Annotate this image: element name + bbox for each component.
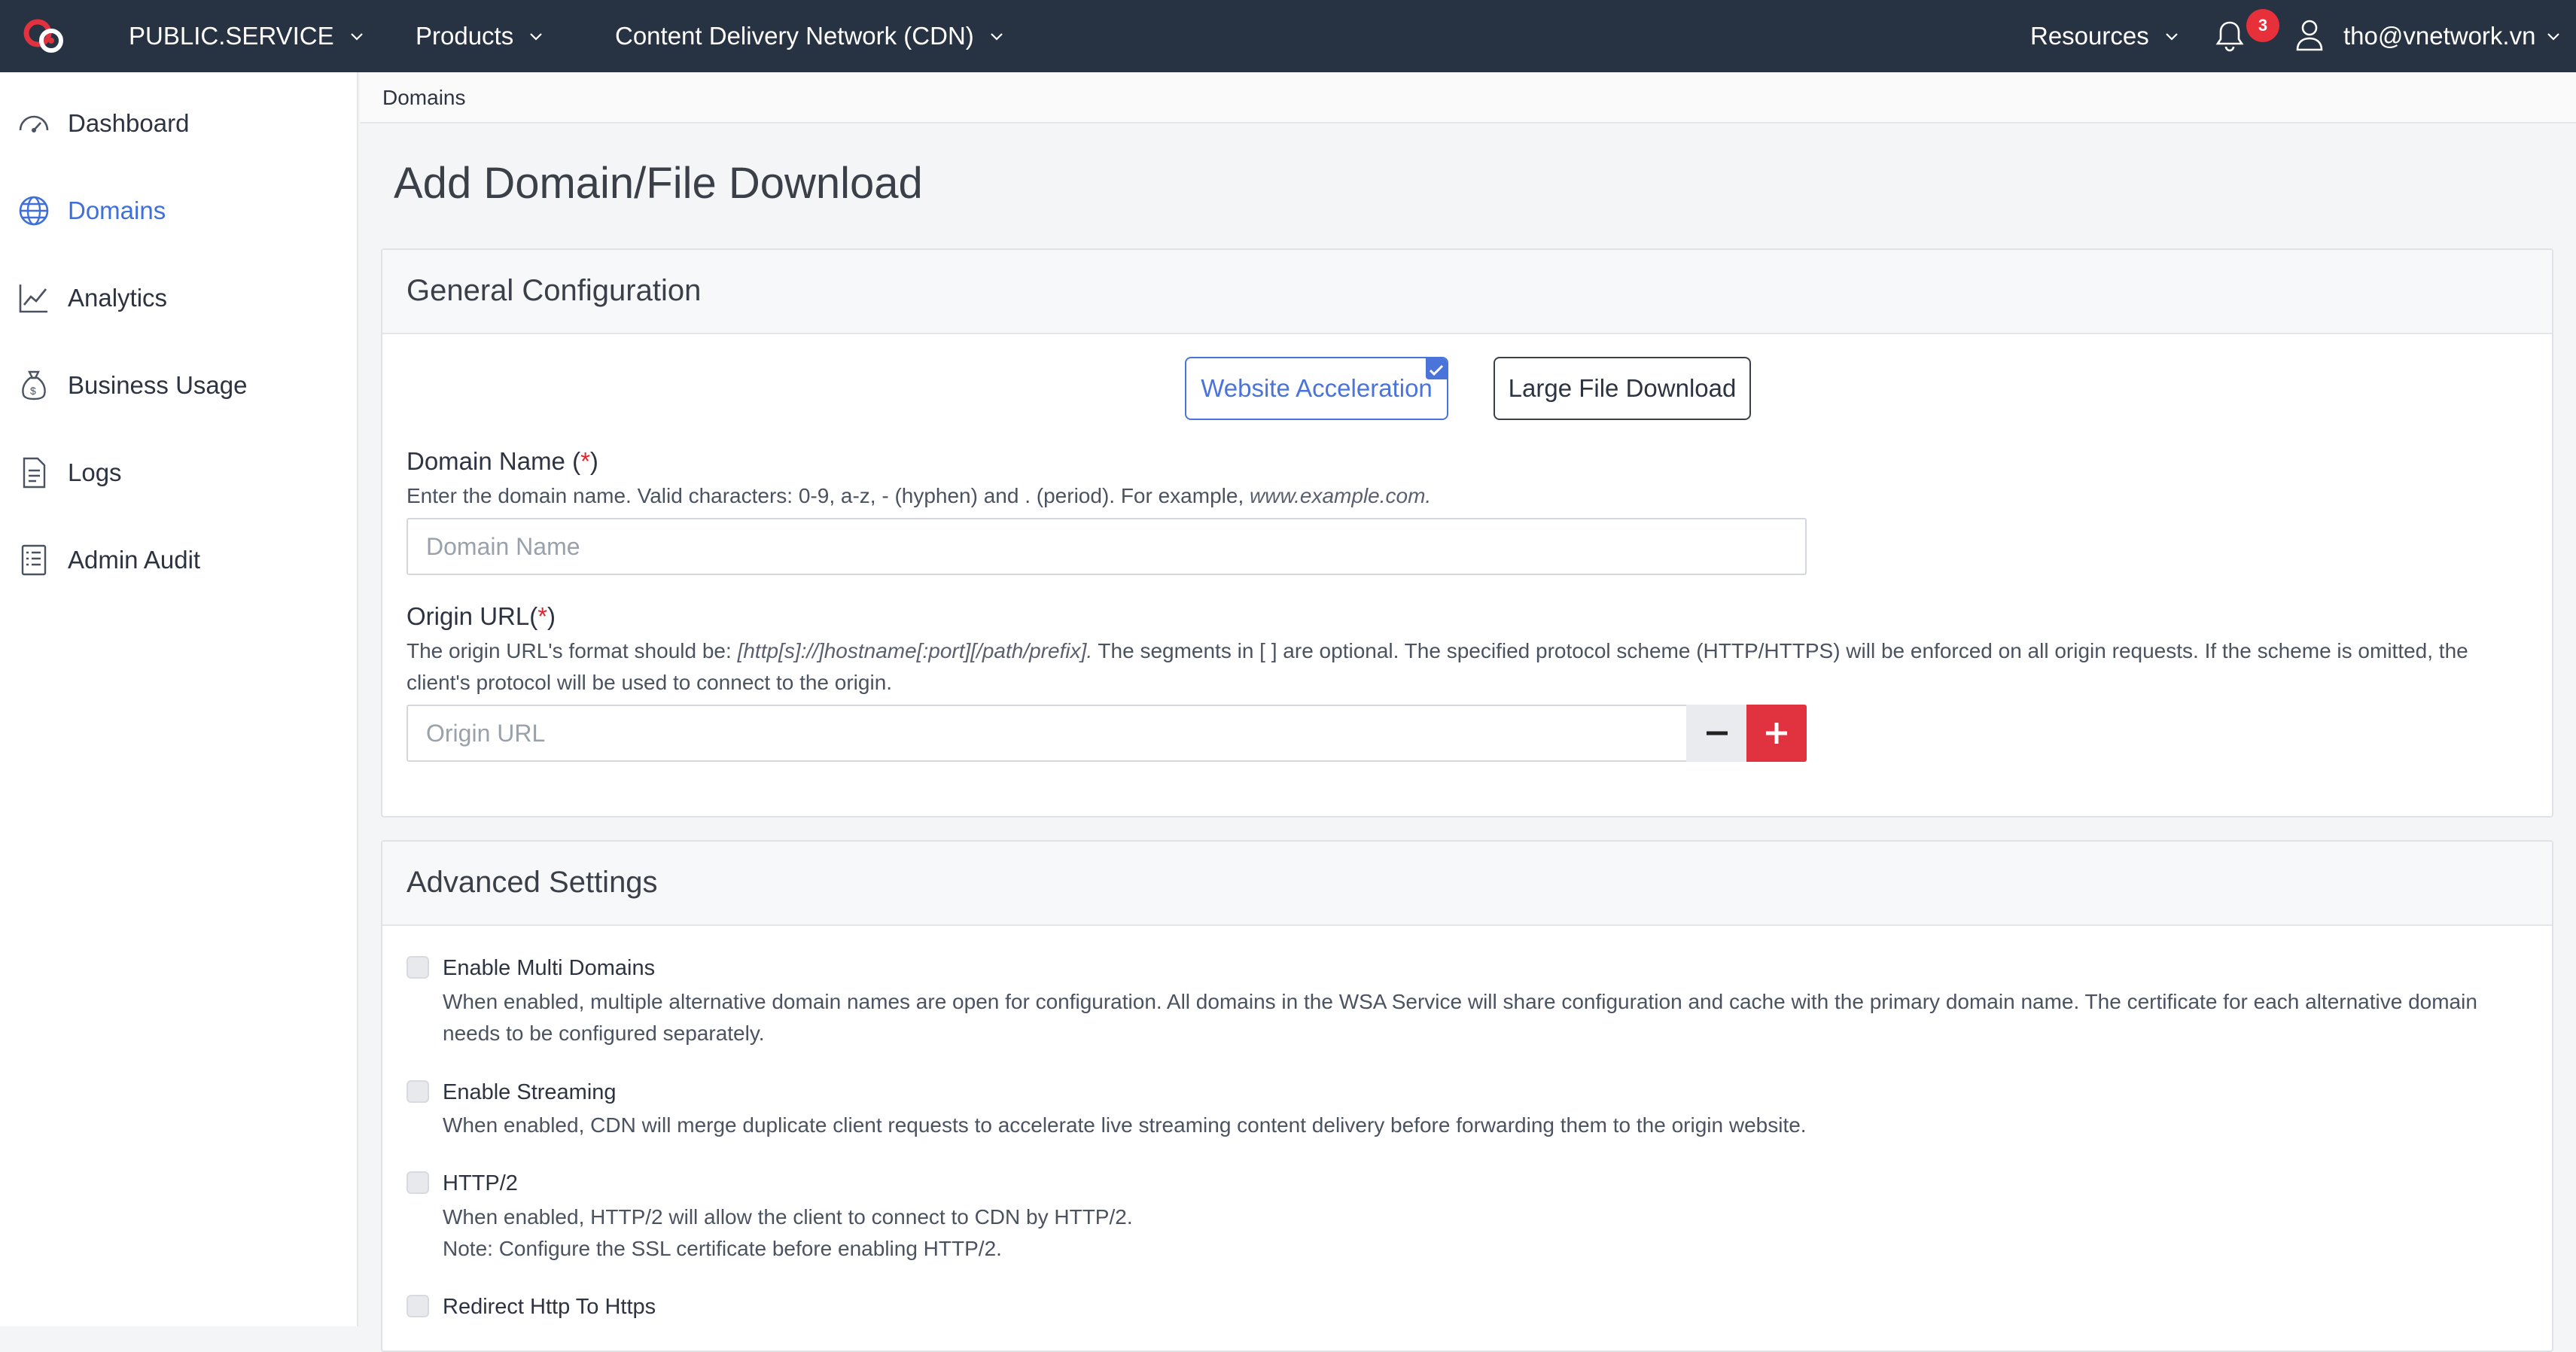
general-configuration-header: General Configuration bbox=[382, 250, 2552, 334]
large-file-download-option[interactable]: Large File Download bbox=[1494, 357, 1751, 420]
products-label: Products bbox=[416, 22, 514, 50]
option-title: HTTP/2 bbox=[443, 1171, 518, 1195]
resources-label: Resources bbox=[2030, 22, 2149, 50]
vnetwork-logo-icon[interactable] bbox=[21, 15, 69, 57]
sidebar-item-label: Analytics bbox=[68, 284, 168, 312]
svg-text:$: $ bbox=[30, 385, 36, 397]
redirect-http-to-https-checkbox[interactable] bbox=[406, 1295, 429, 1317]
chevron-down-icon bbox=[350, 33, 363, 41]
required-marker: * bbox=[537, 602, 548, 630]
http2-checkbox[interactable] bbox=[406, 1171, 429, 1194]
workspace-label: PUBLIC.SERVICE bbox=[129, 22, 334, 50]
option-title: Redirect Http To Https bbox=[443, 1295, 656, 1319]
page-title: Add Domain/File Download bbox=[394, 159, 923, 208]
chevron-down-icon bbox=[530, 33, 543, 41]
option-description: When enabled, HTTP/2 will allow the clie… bbox=[443, 1205, 1133, 1229]
workspace-dropdown[interactable]: PUBLIC.SERVICE bbox=[129, 0, 366, 72]
sidebar-item-label: Logs bbox=[68, 458, 122, 486]
sidebar-item-label: Domains bbox=[68, 196, 166, 224]
origin-url-help: The origin URL's format should be: [http… bbox=[406, 639, 2468, 694]
sidebar-item-label: Dashboard bbox=[68, 109, 190, 137]
enable-multi-domains-checkbox[interactable] bbox=[406, 956, 429, 979]
resources-dropdown[interactable]: Resources bbox=[2030, 0, 2181, 72]
remove-origin-button[interactable] bbox=[1686, 705, 1748, 762]
enable-streaming-checkbox[interactable] bbox=[406, 1080, 429, 1103]
domain-name-input[interactable] bbox=[406, 518, 1807, 575]
chevron-down-icon bbox=[991, 33, 1003, 41]
option-title: Enable Multi Domains bbox=[443, 956, 656, 980]
sidebar-item-domains[interactable]: Domains bbox=[0, 181, 358, 241]
top-navbar: PUBLIC.SERVICE Products Content Delivery… bbox=[0, 0, 2576, 72]
service-label: Content Delivery Network (CDN) bbox=[615, 22, 974, 50]
sidebar-item-logs[interactable]: Logs bbox=[0, 443, 358, 503]
sidebar-item-label: Business Usage bbox=[68, 371, 248, 399]
list-icon bbox=[21, 544, 47, 576]
option-note: Note: Configure the SSL certificate befo… bbox=[443, 1237, 1002, 1260]
sidebar-item-analytics[interactable]: Analytics bbox=[0, 268, 358, 328]
origin-url-label: Origin URL(*) bbox=[406, 602, 556, 630]
advanced-settings-card: Advanced Settings bbox=[381, 840, 2553, 1352]
service-dropdown[interactable]: Content Delivery Network (CDN) bbox=[615, 0, 1006, 72]
option-description: When enabled, multiple alternative domai… bbox=[443, 990, 2477, 1045]
plus-icon bbox=[1766, 723, 1787, 744]
required-marker: * bbox=[580, 447, 590, 475]
bell-icon[interactable] bbox=[2212, 18, 2248, 54]
sidebar-item-business-usage[interactable]: $ Business Usage bbox=[0, 355, 358, 416]
products-dropdown[interactable]: Products bbox=[416, 0, 545, 72]
checkmark-icon bbox=[1426, 358, 1447, 379]
sidebar-item-dashboard[interactable]: Dashboard bbox=[0, 93, 358, 154]
breadcrumb: Domains bbox=[360, 72, 2576, 123]
domain-name-help: Enter the domain name. Valid characters:… bbox=[406, 484, 1432, 507]
line-chart-icon bbox=[19, 285, 47, 313]
website-acceleration-option[interactable]: Website Acceleration bbox=[1185, 357, 1448, 420]
origin-url-input[interactable] bbox=[406, 705, 1688, 762]
notification-badge: 3 bbox=[2246, 9, 2279, 42]
user-email: tho@vnetwork.vn bbox=[2343, 22, 2536, 50]
option-description: When enabled, CDN will merge duplicate c… bbox=[443, 1113, 1807, 1137]
user-icon[interactable] bbox=[2294, 18, 2325, 53]
sidebar: Dashboard Domains Analytics $ Business U… bbox=[0, 72, 358, 1326]
section-title: General Configuration bbox=[406, 274, 702, 307]
chevron-down-icon bbox=[2165, 33, 2178, 41]
domain-name-label: Domain Name (*) bbox=[406, 447, 598, 475]
money-bag-icon: $ bbox=[22, 370, 46, 400]
sidebar-item-label: Admin Audit bbox=[68, 546, 201, 574]
user-menu-dropdown[interactable]: tho@vnetwork.vn bbox=[2343, 0, 2562, 72]
chevron-down-icon bbox=[2547, 33, 2560, 41]
document-icon bbox=[23, 457, 46, 489]
advanced-settings-header: Advanced Settings bbox=[382, 842, 2552, 926]
breadcrumb-item-domains[interactable]: Domains bbox=[382, 86, 465, 110]
option-label: Website Acceleration bbox=[1201, 374, 1433, 402]
minus-icon bbox=[1707, 731, 1728, 735]
add-origin-button[interactable] bbox=[1746, 705, 1807, 762]
sidebar-item-admin-audit[interactable]: Admin Audit bbox=[0, 530, 358, 590]
globe-icon bbox=[19, 196, 49, 226]
option-title: Enable Streaming bbox=[443, 1080, 617, 1104]
section-title: Advanced Settings bbox=[406, 866, 658, 899]
gauge-icon bbox=[19, 115, 49, 132]
option-label: Large File Download bbox=[1508, 374, 1737, 402]
